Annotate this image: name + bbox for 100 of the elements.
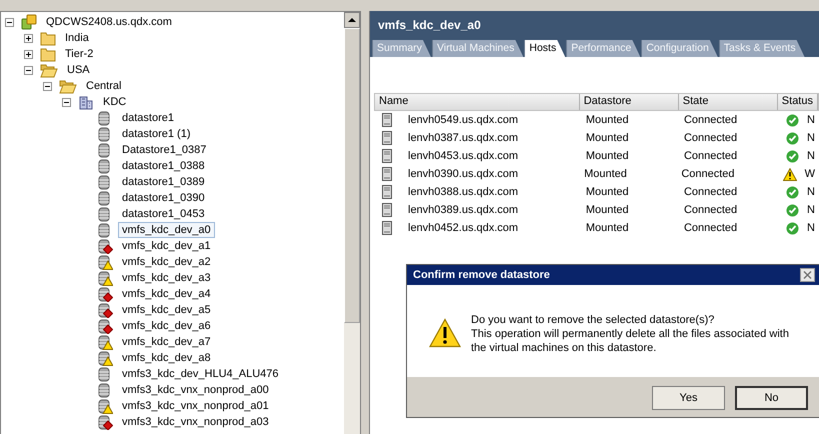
check-icon [786, 204, 800, 216]
tree-item[interactable]: vmfs_kdc_dev_a8 [118, 350, 215, 366]
table-cell-text: Connected [682, 132, 738, 144]
tree-item[interactable]: vmfs_kdc_dev_a0 [118, 222, 215, 238]
expand-toggle[interactable] [24, 34, 33, 42]
tree-item[interactable]: vmfs3_kdc_vnx_nonprod_a03 [118, 414, 273, 430]
table-cell-text: Mounted [584, 132, 630, 144]
table-cell: N [807, 150, 815, 162]
table-cell: N [807, 186, 815, 198]
host-name: lenvh0389.us.qdx.com [408, 204, 518, 216]
tab[interactable]: Hosts [524, 40, 566, 57]
tree-item[interactable]: vmfs_kdc_dev_a2 [118, 254, 215, 270]
table-cell-text: Mounted [583, 168, 628, 180]
tree-item[interactable]: Tier-2 [61, 46, 98, 62]
tree-item[interactable]: USA [63, 62, 94, 78]
open-folder-icon [40, 62, 58, 78]
tree-item[interactable]: vmfs_kdc_dev_a4 [118, 286, 215, 302]
datastore-error-icon [97, 286, 113, 302]
expand-toggle[interactable] [24, 66, 33, 74]
table-cell: W [804, 168, 815, 180]
host-name: lenvh0549.us.qdx.com [408, 114, 518, 126]
table-cell: N [807, 132, 815, 144]
datastore-warning-icon [97, 398, 113, 414]
dialog-message: the virtual machines on this datastore. [471, 341, 658, 355]
tree-item[interactable]: vmfs3_kdc_vnx_nonprod_a00 [118, 382, 273, 398]
tree-item[interactable]: vmfs_kdc_dev_a7 [118, 334, 215, 350]
datastore-error-icon [97, 238, 113, 254]
datastore-warning-icon [97, 350, 113, 366]
check-icon [786, 114, 800, 126]
tree-item[interactable]: datastore1 [118, 110, 178, 126]
tree-item[interactable]: vmfs3_kdc_dev_HLU4_ALU476 [118, 366, 283, 382]
host-name: lenvh0387.us.qdx.com [408, 132, 518, 144]
column-header[interactable]: Datastore [580, 94, 679, 110]
server-icon [382, 149, 392, 163]
table-cell-text: Connected [682, 150, 738, 162]
tree-item[interactable]: India [61, 30, 93, 46]
close-icon[interactable] [800, 268, 815, 282]
warning-icon [782, 168, 797, 180]
expand-toggle[interactable] [5, 18, 14, 26]
datastore-error-icon [97, 318, 113, 334]
datastore-warning-icon [97, 334, 113, 350]
dialog-title: Confirm remove datastore [413, 269, 550, 281]
tree-item[interactable]: QDCWS2408.us.qdx.com [42, 14, 176, 30]
tree-item[interactable]: datastore1_0390 [118, 190, 209, 206]
tree-item[interactable]: vmfs3_kdc_vnx_nonprod_a01 [118, 398, 273, 414]
tree-item[interactable]: vmfs_kdc_dev_a1 [118, 238, 215, 254]
scroll-thumb[interactable] [344, 28, 360, 323]
tree-item[interactable]: Datastore1_0387 [118, 142, 210, 158]
server-icon [382, 113, 392, 127]
table-cell-text: Connected [680, 168, 736, 180]
expand-toggle[interactable] [43, 82, 52, 90]
column-header[interactable]: Name [375, 94, 580, 110]
column-header[interactable]: Status [778, 94, 818, 110]
tree-item[interactable]: vmfs_kdc_dev_a6 [118, 318, 215, 334]
tree-item[interactable]: datastore1_0389 [118, 174, 209, 190]
server-group-icon [21, 14, 37, 30]
scroll-up-icon[interactable] [344, 12, 360, 28]
table-cell-text: Connected [682, 186, 738, 198]
host-name: lenvh0390.us.qdx.com [408, 168, 518, 180]
tree-item[interactable]: datastore1 (1) [118, 126, 194, 142]
dialog-message: This operation will permanently delete all the files associated with [471, 327, 789, 341]
table-cell-text: Mounted [584, 150, 630, 162]
tree-item[interactable]: Central [82, 78, 126, 94]
server-icon [382, 221, 392, 235]
host-name: lenvh0388.us.qdx.com [408, 186, 518, 198]
datastore-error-icon [97, 414, 113, 430]
tree-item[interactable]: vmfs_kdc_dev_a3 [118, 270, 215, 286]
expand-toggle[interactable] [62, 98, 71, 106]
dialog-message: Do you want to remove the selected datastore(s)? [471, 313, 716, 327]
check-icon [786, 222, 800, 234]
table-cell-text: Connected [682, 222, 738, 234]
tree-item[interactable]: datastore1_0453 [118, 206, 209, 222]
check-icon [786, 132, 800, 144]
tree-item[interactable]: vmfs_kdc_dev_a5 [118, 302, 215, 318]
table-cell-text: Connected [682, 204, 738, 216]
warning-icon [429, 318, 461, 348]
datastore-warning-icon [97, 254, 113, 270]
dialog-button[interactable]: Yes [652, 386, 725, 410]
folder-icon [40, 46, 56, 62]
host-name: lenvh0452.us.qdx.com [408, 222, 518, 234]
table-cell: N [807, 222, 815, 234]
table-cell-text: Mounted [584, 222, 630, 234]
dialog-button[interactable]: No [735, 386, 808, 410]
host-name: lenvh0453.us.qdx.com [408, 150, 518, 162]
tree-item[interactable]: KDC [99, 94, 130, 110]
open-folder-icon [59, 78, 77, 94]
panel-title: vmfs_kdc_dev_a0 [377, 17, 482, 34]
server-icon [382, 167, 392, 181]
building-icon [78, 94, 94, 110]
expand-toggle[interactable] [24, 50, 33, 58]
column-header[interactable]: State [678, 94, 778, 110]
table-cell-text: Mounted [584, 186, 630, 198]
table-cell: N [807, 114, 815, 126]
datastore-warning-icon [97, 270, 113, 286]
table-cell-text: Mounted [584, 204, 630, 216]
check-icon [786, 186, 800, 198]
check-icon [786, 150, 800, 162]
server-icon [382, 185, 392, 199]
table-cell: N [807, 204, 815, 216]
tree-item[interactable]: datastore1_0388 [118, 158, 209, 174]
